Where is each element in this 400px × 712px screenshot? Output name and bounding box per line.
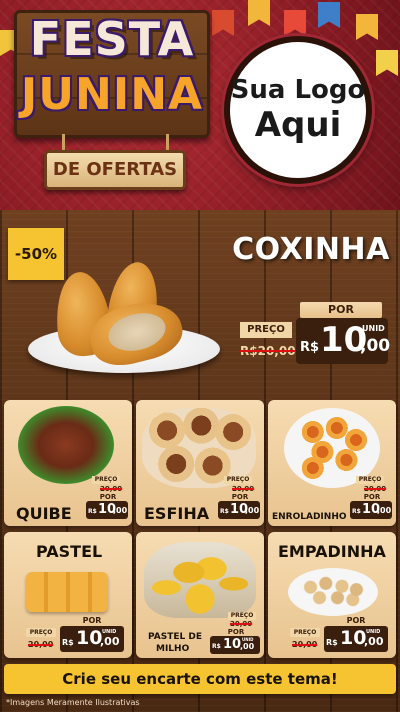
product-name: ENROLADINHO bbox=[272, 512, 347, 522]
featured-unit-label: UNID bbox=[362, 324, 385, 333]
logo-text-line2: Aqui bbox=[254, 105, 342, 145]
product-name: ESFIHA bbox=[144, 504, 210, 523]
old-price: 20,00 bbox=[364, 485, 387, 493]
currency: R$ bbox=[220, 508, 229, 515]
price-cents: ,00 bbox=[240, 642, 255, 651]
bunting-flag-icon bbox=[248, 0, 270, 26]
preco-tag: PREÇO bbox=[228, 612, 256, 620]
featured-price-box: R$ 10 UNID ,00 bbox=[296, 318, 391, 364]
currency: R$ bbox=[212, 643, 221, 650]
price-cents: ,00 bbox=[100, 635, 120, 648]
featured-product-name: COXINHA bbox=[232, 232, 390, 267]
currency: R$ bbox=[88, 508, 97, 515]
product-name-line2: MILHO bbox=[156, 644, 190, 654]
old-price: 20,00 bbox=[28, 640, 54, 649]
featured-por-tag: POR bbox=[300, 302, 382, 318]
currency: R$ bbox=[352, 508, 361, 515]
price-box: R$ 10 ,00 bbox=[350, 501, 392, 519]
product-card-quibe[interactable]: QUIBE PREÇO 20,00 POR R$ 10 ,00 bbox=[4, 400, 132, 526]
product-name-line1: PASTEL DE bbox=[148, 632, 202, 642]
price-int: 10 bbox=[223, 637, 242, 652]
price-cents: ,00 bbox=[377, 506, 392, 515]
footnote: *Imagens Meramente Ilustrativas bbox=[6, 698, 140, 707]
old-price: 20,00 bbox=[232, 485, 255, 493]
cta-banner[interactable]: Crie seu encarte com este tema! bbox=[4, 664, 396, 694]
featured-price-cents: ,00 bbox=[360, 336, 391, 356]
title-festa: FESTA bbox=[29, 12, 195, 66]
product-name: QUIBE bbox=[16, 504, 72, 523]
header-banner: FESTA JUNINA DE OFERTAS Sua Logo Aqui bbox=[0, 0, 400, 210]
product-card-esfiha[interactable]: ESFIHA PREÇO 20,00 POR R$ 10 ,00 bbox=[136, 400, 264, 526]
price-cents: ,00 bbox=[113, 506, 128, 515]
subtitle-board: DE OFERTAS bbox=[44, 150, 186, 190]
price-cents: ,00 bbox=[245, 506, 260, 515]
por-label: POR bbox=[346, 616, 366, 625]
price-cents: ,00 bbox=[364, 635, 384, 648]
subtitle-text: DE OFERTAS bbox=[52, 159, 178, 180]
logo-placeholder[interactable]: Sua Logo Aqui bbox=[224, 36, 372, 184]
discount-badge: -50% bbox=[8, 228, 64, 280]
product-name: PASTEL bbox=[36, 542, 103, 561]
currency: R$ bbox=[326, 638, 338, 647]
preco-tag: PREÇO bbox=[290, 628, 320, 637]
bunting-flag-icon bbox=[284, 10, 306, 36]
product-card-pastel-de-milho[interactable]: PASTEL DE MILHO PREÇO 20,00 POR R$ 10 UN… bbox=[136, 532, 264, 658]
bunting-flag-icon bbox=[318, 2, 340, 28]
price-box: R$ 10 ,00 bbox=[86, 501, 128, 519]
preco-tag: PREÇO bbox=[26, 628, 56, 637]
preco-tag: PREÇO bbox=[224, 476, 252, 484]
old-price: 20,00 bbox=[230, 620, 253, 628]
featured-preco-tag: PREÇO bbox=[240, 322, 292, 338]
product-card-empadinha[interactable]: EMPADINHA PREÇO 20,00 POR R$ 10 UNID ,00 bbox=[268, 532, 396, 658]
quibe-image bbox=[18, 406, 114, 484]
bunting-flag-icon bbox=[356, 14, 378, 40]
price-box: R$ 10 UNID ,00 bbox=[60, 626, 124, 652]
logo-text-line1: Sua Logo bbox=[230, 75, 366, 105]
bunting-flag-icon bbox=[376, 50, 398, 76]
price-box: R$ 10 ,00 bbox=[218, 501, 260, 519]
por-label: POR bbox=[363, 493, 381, 501]
title-junina: JUNINA bbox=[14, 70, 210, 120]
por-label: POR bbox=[227, 628, 245, 636]
price-box: R$ 10 UNID ,00 bbox=[324, 626, 388, 652]
old-price: 20,00 bbox=[100, 485, 123, 493]
pastel-image bbox=[26, 572, 108, 612]
product-name: EMPADINHA bbox=[278, 542, 386, 561]
featured-currency: R$ bbox=[300, 340, 320, 355]
por-label: POR bbox=[99, 493, 117, 501]
bunting-flag-icon bbox=[212, 10, 234, 36]
price-int: 10 bbox=[76, 627, 103, 649]
preco-tag: PREÇO bbox=[92, 476, 120, 484]
product-card-enroladinho[interactable]: ENROLADINHO PREÇO 20,00 POR R$ 10 ,00 bbox=[268, 400, 396, 526]
old-price: 20,00 bbox=[292, 640, 318, 649]
por-label: POR bbox=[82, 616, 102, 625]
price-int: 10 bbox=[340, 627, 367, 649]
preco-tag: PREÇO bbox=[356, 476, 384, 484]
currency: R$ bbox=[62, 638, 74, 647]
featured-old-price: R$20,00 bbox=[240, 344, 296, 358]
pastel-de-milho-image bbox=[144, 542, 256, 618]
price-box: R$ 10 UNID ,00 bbox=[210, 636, 260, 654]
por-label: POR bbox=[231, 493, 249, 501]
empadinha-image bbox=[288, 568, 378, 616]
product-card-pastel[interactable]: PASTEL PREÇO 20,00 POR R$ 10 UNID ,00 bbox=[4, 532, 132, 658]
